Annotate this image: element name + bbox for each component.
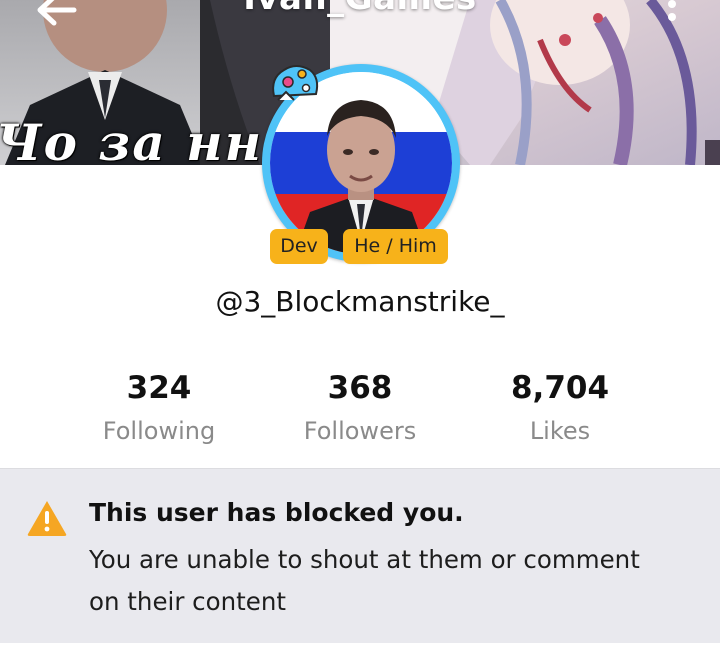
bottom-divider: [0, 643, 720, 649]
following-label: Following: [102, 417, 216, 445]
pronoun-badge: He / Him: [343, 229, 448, 264]
dev-badge: Dev: [270, 229, 328, 264]
kebab-menu-icon: [668, 0, 676, 21]
followers-stat[interactable]: 368 Followers: [260, 368, 460, 454]
page-title: Ivan_Games: [0, 0, 720, 18]
following-count: 324: [126, 370, 192, 406]
followers-count: 368: [327, 370, 393, 406]
following-stat[interactable]: 324 Following: [59, 368, 259, 454]
avatar-frame-decoration-icon: [272, 65, 319, 101]
profile-screen: Чо за нн Ivan_Games: [0, 0, 720, 649]
likes-stat: 8,704 Likes: [460, 368, 660, 454]
notice-title: This user has blocked you.: [89, 498, 464, 527]
likes-label: Likes: [529, 417, 591, 445]
warning-triangle-icon: [27, 501, 67, 536]
likes-count: 8,704: [510, 370, 610, 406]
followers-label: Followers: [303, 417, 417, 445]
notice-body: You are unable to shout at them or comme…: [89, 545, 640, 616]
more-options-button[interactable]: [658, 0, 686, 30]
banner-caption: Чо за нн: [0, 113, 264, 165]
username: @3_Blockmanstrike_: [215, 285, 505, 318]
blocked-notice: This user has blocked you. You are unabl…: [0, 468, 720, 644]
